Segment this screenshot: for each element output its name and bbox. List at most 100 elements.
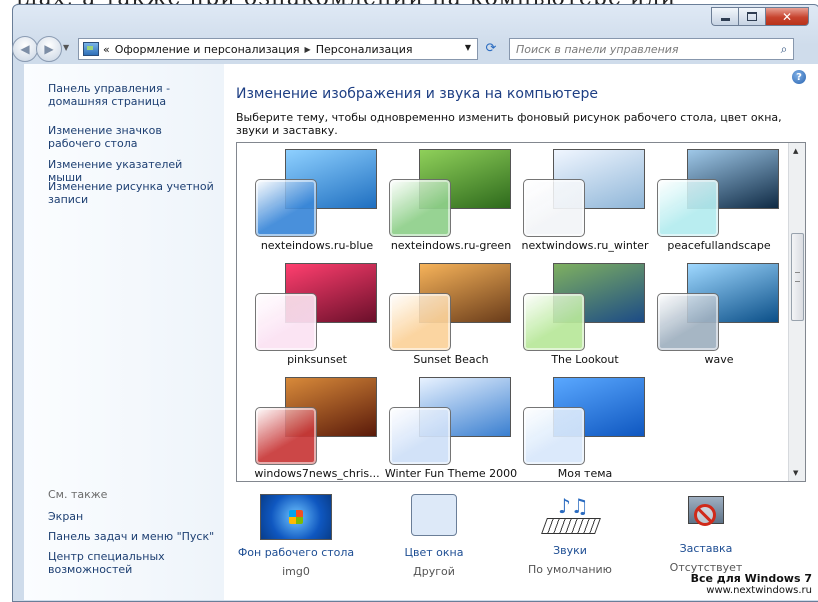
window-color-value: Другой (413, 565, 455, 578)
link-ease-of-access[interactable]: Центр специальных возможностей (48, 550, 218, 576)
theme-preview (255, 377, 379, 465)
theme-color-swatch (255, 407, 317, 465)
forward-button[interactable]: ▶ (36, 36, 62, 62)
history-dropdown-icon[interactable]: ▼ (63, 43, 69, 52)
address-bar[interactable]: « Оформление и персонализация ▶ Персонал… (78, 38, 478, 60)
theme-name: nexteindows.ru-blue (260, 239, 374, 252)
theme-tile[interactable]: nexteindows.ru-blue (247, 149, 377, 261)
link-desktop-icons[interactable]: Изменение значков рабочего стола (48, 124, 218, 150)
sounds-value: По умолчанию (528, 563, 612, 576)
address-dropdown-icon[interactable]: ▼ (465, 43, 471, 52)
minimize-button[interactable] (711, 7, 738, 26)
search-icon[interactable]: ⌕ (775, 42, 793, 57)
page-title: Изменение изображения и звука на компьют… (236, 86, 598, 102)
theme-tile[interactable]: peacefullandscape (649, 149, 779, 261)
breadcrumb-overflow[interactable]: « (103, 43, 110, 56)
theme-tile[interactable]: Моя тема (515, 377, 647, 481)
theme-color-swatch (523, 407, 585, 465)
scroll-down-icon[interactable]: ▼ (793, 469, 798, 477)
theme-name: Sunset Beach (413, 353, 489, 366)
page-description: Выберите тему, чтобы одновременно измени… (236, 111, 782, 137)
theme-preview (657, 263, 781, 351)
settings-strip: Фон рабочего стола img0 Цвет окна Другой… (236, 494, 816, 600)
maximize-button[interactable] (738, 7, 765, 26)
theme-color-swatch (255, 293, 317, 351)
themes-scrollbar[interactable]: ▲ ▼ (788, 143, 805, 481)
theme-preview (523, 377, 647, 465)
content-area: Панель управления - домашняя страница Из… (24, 64, 818, 600)
themes-list: nexteindows.ru-blue nexteindows.ru-green n… (236, 142, 806, 482)
watermark-url: www.nextwindows.ru (706, 585, 812, 596)
watermark: Все для Windows 7 www.nextwindows.ru (691, 572, 812, 596)
theme-tile[interactable]: pinksunset (247, 263, 377, 375)
theme-tile[interactable]: wave (649, 263, 779, 375)
theme-preview (389, 263, 513, 351)
theme-tile[interactable]: nextwindows.ru_winter (515, 149, 648, 261)
breadcrumb-separator-icon[interactable]: ▶ (305, 45, 311, 54)
theme-tile[interactable]: nexteindows.ru-green (381, 149, 511, 261)
theme-name: Моя тема (557, 467, 613, 480)
maximize-icon (747, 12, 757, 21)
theme-tile[interactable]: windows7news_chris... (247, 377, 380, 481)
screensaver-title[interactable]: Заставка (636, 542, 776, 555)
window-color-icon (411, 494, 457, 536)
window-color-setting[interactable]: Цвет окна Другой (364, 494, 504, 578)
left-pane: Панель управления - домашняя страница Из… (24, 64, 224, 600)
theme-preview (389, 377, 513, 465)
theme-name: pinksunset (287, 353, 347, 366)
see-also-heading: См. также (48, 488, 108, 501)
theme-name: The Lookout (551, 353, 619, 366)
sounds-icon: ♪♫ (540, 494, 601, 538)
theme-name: wave (704, 353, 734, 366)
scroll-thumb[interactable] (791, 233, 804, 321)
close-button[interactable]: ✕ (765, 7, 809, 26)
breadcrumb-appearance[interactable]: Оформление и персонализация (115, 43, 300, 56)
theme-name: nexteindows.ru-green (390, 239, 512, 252)
sounds-title[interactable]: Звуки (500, 544, 640, 557)
window-color-title[interactable]: Цвет окна (364, 546, 504, 559)
theme-color-swatch (389, 407, 451, 465)
theme-name: windows7news_chris... (254, 467, 380, 480)
scroll-up-icon[interactable]: ▲ (793, 147, 798, 155)
theme-preview (657, 149, 781, 237)
minimize-icon (720, 18, 730, 21)
link-taskbar[interactable]: Панель задач и меню "Пуск" (48, 530, 218, 543)
search-input[interactable]: Поиск в панели управления (510, 43, 775, 56)
theme-color-swatch (657, 293, 719, 351)
theme-color-swatch (523, 179, 585, 237)
back-button[interactable]: ◀ (12, 36, 38, 62)
breadcrumb-personalization[interactable]: Персонализация (316, 43, 413, 56)
theme-preview (255, 263, 379, 351)
scroll-grip-icon (795, 272, 800, 282)
theme-tile[interactable]: Winter Fun Theme 2000 (381, 377, 517, 481)
theme-name: Winter Fun Theme 2000 (384, 467, 518, 480)
desktop-background-icon (260, 494, 332, 540)
desktop-background-setting[interactable]: Фон рабочего стола img0 (226, 494, 366, 578)
search-box[interactable]: Поиск в панели управления ⌕ (509, 38, 794, 60)
theme-color-swatch (523, 293, 585, 351)
forward-arrow-icon: ▶ (44, 42, 54, 56)
theme-name: nextwindows.ru_winter (521, 239, 649, 252)
caption-buttons: ✕ (711, 7, 809, 26)
sounds-setting[interactable]: ♪♫ Звуки По умолчанию (500, 494, 640, 576)
link-account-picture[interactable]: Изменение рисунка учетной записи (48, 180, 218, 206)
link-control-panel-home[interactable]: Панель управления - домашняя страница (48, 82, 218, 108)
theme-color-swatch (657, 179, 719, 237)
help-icon[interactable]: ? (792, 70, 806, 84)
theme-color-swatch (389, 293, 451, 351)
desktop-background-title[interactable]: Фон рабочего стола (226, 546, 366, 559)
control-panel-icon (83, 42, 99, 56)
theme-tile[interactable]: The Lookout (515, 263, 645, 375)
theme-preview (255, 149, 379, 237)
theme-tile[interactable]: Sunset Beach (381, 263, 511, 375)
theme-preview (523, 263, 647, 351)
back-arrow-icon: ◀ (20, 42, 30, 56)
refresh-icon[interactable]: ⟳ (480, 38, 502, 58)
screensaver-setting[interactable]: Заставка Отсутствует (636, 494, 776, 574)
watermark-title: Все для Windows 7 (690, 572, 812, 585)
desktop-background-value: img0 (282, 565, 310, 578)
link-display[interactable]: Экран (48, 510, 218, 523)
navigation-bar: ◀ ▶ ▼ « Оформление и персонализация ▶ Пе… (12, 36, 794, 62)
theme-color-swatch (389, 179, 451, 237)
theme-name: peacefullandscape (667, 239, 771, 252)
